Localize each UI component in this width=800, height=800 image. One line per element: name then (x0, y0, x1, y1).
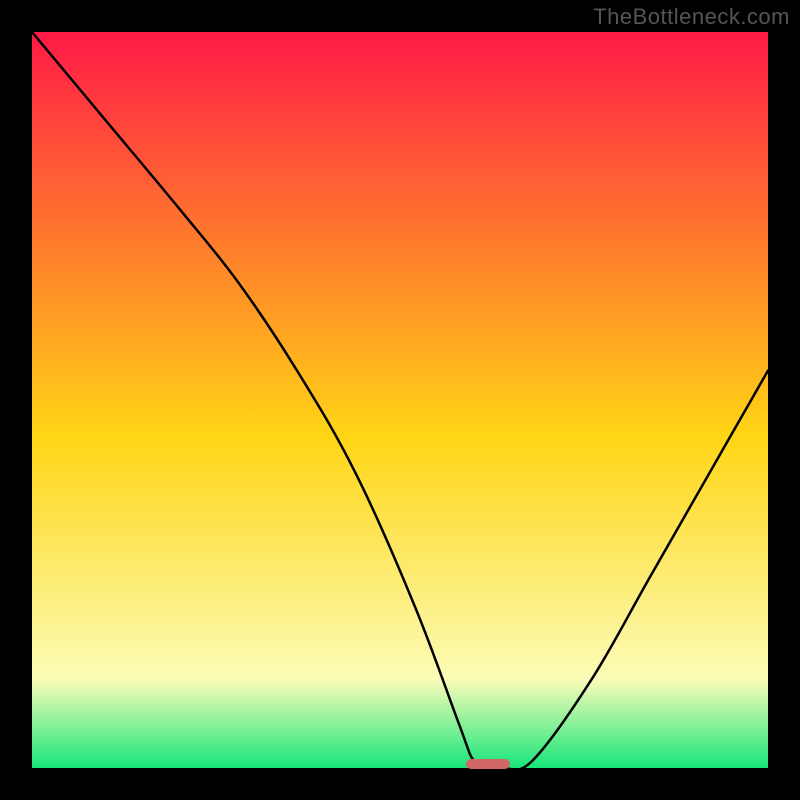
plot-area (32, 32, 768, 768)
attribution-label: TheBottleneck.com (593, 4, 790, 30)
optimal-marker (466, 759, 510, 769)
bottleneck-chart (32, 32, 768, 768)
gradient-background (32, 32, 768, 768)
chart-frame: TheBottleneck.com (0, 0, 800, 800)
